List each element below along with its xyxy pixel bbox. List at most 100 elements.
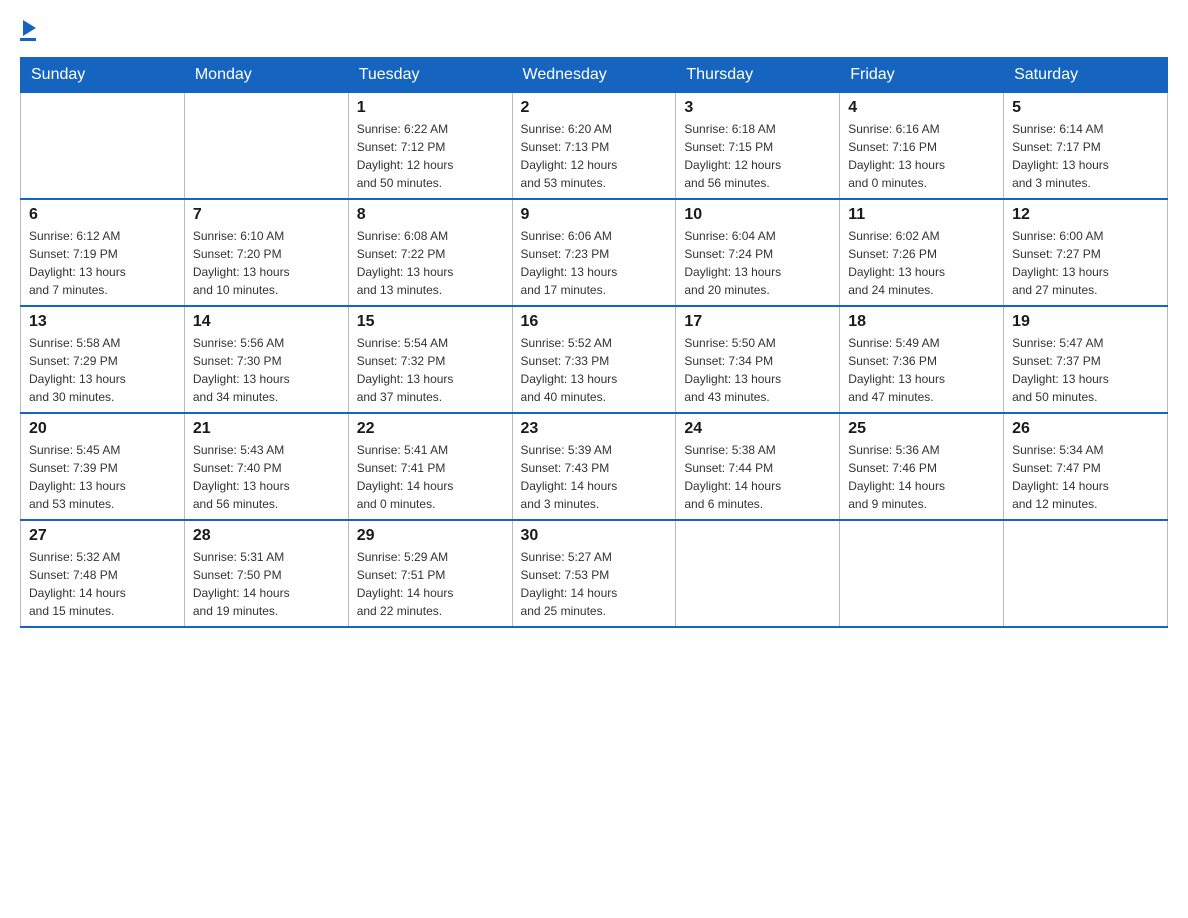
day-number: 5: [1012, 99, 1159, 117]
day-number: 23: [521, 420, 668, 438]
calendar-cell: 11Sunrise: 6:02 AMSunset: 7:26 PMDayligh…: [840, 199, 1004, 306]
weekday-header-monday: Monday: [184, 58, 348, 93]
day-number: 12: [1012, 206, 1159, 224]
day-number: 2: [521, 99, 668, 117]
logo-blue-row: [20, 20, 36, 38]
calendar-cell: 6 Sunrise: 6:12 AMSunset: 7:19 PMDaylight…: [21, 199, 185, 306]
day-info: Sunrise: 5:49 AMSunset: 7:36 PMDaylight:…: [848, 334, 995, 406]
logo-triangle-icon: [23, 20, 36, 36]
day-info: Sunrise: 6:14 AMSunset: 7:17 PMDaylight:…: [1012, 120, 1159, 192]
calendar-cell: 30 Sunrise: 5:27 AMSunset: 7:53 PMDayligh…: [512, 520, 676, 627]
day-number: 10: [684, 206, 831, 224]
day-info: Sunrise: 5:34 AMSunset: 7:47 PMDaylight:…: [1012, 441, 1159, 513]
day-number: 3: [684, 99, 831, 117]
day-number: 30: [521, 527, 668, 545]
day-number: 25: [848, 420, 995, 438]
calendar-cell: 15 Sunrise: 5:54 AMSunset: 7:32 PMDayligh…: [348, 306, 512, 413]
day-info: Sunrise: 5:43 AMSunset: 7:40 PMDaylight:…: [193, 441, 340, 513]
day-info: Sunrise: 6:12 AMSunset: 7:19 PMDaylight:…: [29, 227, 176, 299]
day-number: 29: [357, 527, 504, 545]
day-info: Sunrise: 5:36 AMSunset: 7:46 PMDaylight:…: [848, 441, 995, 513]
calendar-cell: [1004, 520, 1168, 627]
day-info: Sunrise: 6:10 AMSunset: 7:20 PMDaylight:…: [193, 227, 340, 299]
calendar-cell: 28 Sunrise: 5:31 AMSunset: 7:50 PMDayligh…: [184, 520, 348, 627]
calendar-cell: 21 Sunrise: 5:43 AMSunset: 7:40 PMDayligh…: [184, 413, 348, 520]
day-info: Sunrise: 6:22 AMSunset: 7:12 PMDaylight:…: [357, 120, 504, 192]
calendar-week-row-4: 20 Sunrise: 5:45 AMSunset: 7:39 PMDayligh…: [21, 413, 1168, 520]
day-number: 20: [29, 420, 176, 438]
calendar-week-row-1: 1Sunrise: 6:22 AMSunset: 7:12 PMDaylight…: [21, 93, 1168, 200]
day-number: 15: [357, 313, 504, 331]
calendar-cell: 24 Sunrise: 5:38 AMSunset: 7:44 PMDayligh…: [676, 413, 840, 520]
day-info: Sunrise: 5:27 AMSunset: 7:53 PMDaylight:…: [521, 548, 668, 620]
day-info: Sunrise: 5:47 AMSunset: 7:37 PMDaylight:…: [1012, 334, 1159, 406]
day-number: 16: [521, 313, 668, 331]
day-info: Sunrise: 6:00 AMSunset: 7:27 PMDaylight:…: [1012, 227, 1159, 299]
day-info: Sunrise: 5:45 AMSunset: 7:39 PMDaylight:…: [29, 441, 176, 513]
day-number: 19: [1012, 313, 1159, 331]
calendar-week-row-5: 27Sunrise: 5:32 AMSunset: 7:48 PMDayligh…: [21, 520, 1168, 627]
day-info: Sunrise: 5:56 AMSunset: 7:30 PMDaylight:…: [193, 334, 340, 406]
day-info: Sunrise: 6:16 AMSunset: 7:16 PMDaylight:…: [848, 120, 995, 192]
day-info: Sunrise: 5:58 AMSunset: 7:29 PMDaylight:…: [29, 334, 176, 406]
calendar-cell: 16 Sunrise: 5:52 AMSunset: 7:33 PMDayligh…: [512, 306, 676, 413]
day-info: Sunrise: 6:06 AMSunset: 7:23 PMDaylight:…: [521, 227, 668, 299]
calendar-cell: 18 Sunrise: 5:49 AMSunset: 7:36 PMDayligh…: [840, 306, 1004, 413]
day-number: 4: [848, 99, 995, 117]
calendar-cell: 27Sunrise: 5:32 AMSunset: 7:48 PMDayligh…: [21, 520, 185, 627]
page-header: [20, 20, 1168, 41]
day-info: Sunrise: 5:38 AMSunset: 7:44 PMDaylight:…: [684, 441, 831, 513]
calendar-cell: 12 Sunrise: 6:00 AMSunset: 7:27 PMDayligh…: [1004, 199, 1168, 306]
weekday-header-wednesday: Wednesday: [512, 58, 676, 93]
calendar-cell: 22Sunrise: 5:41 AMSunset: 7:41 PMDayligh…: [348, 413, 512, 520]
day-number: 14: [193, 313, 340, 331]
weekday-header-tuesday: Tuesday: [348, 58, 512, 93]
logo-underline: [20, 38, 36, 41]
calendar-table: SundayMondayTuesdayWednesdayThursdayFrid…: [20, 57, 1168, 628]
day-info: Sunrise: 5:54 AMSunset: 7:32 PMDaylight:…: [357, 334, 504, 406]
calendar-cell: 9Sunrise: 6:06 AMSunset: 7:23 PMDaylight…: [512, 199, 676, 306]
day-number: 18: [848, 313, 995, 331]
calendar-cell: 5 Sunrise: 6:14 AMSunset: 7:17 PMDaylight…: [1004, 93, 1168, 200]
day-info: Sunrise: 5:39 AMSunset: 7:43 PMDaylight:…: [521, 441, 668, 513]
calendar-cell: 23 Sunrise: 5:39 AMSunset: 7:43 PMDayligh…: [512, 413, 676, 520]
calendar-cell: [840, 520, 1004, 627]
calendar-week-row-3: 13Sunrise: 5:58 AMSunset: 7:29 PMDayligh…: [21, 306, 1168, 413]
calendar-cell: 19 Sunrise: 5:47 AMSunset: 7:37 PMDayligh…: [1004, 306, 1168, 413]
calendar-cell: [676, 520, 840, 627]
day-info: Sunrise: 6:20 AMSunset: 7:13 PMDaylight:…: [521, 120, 668, 192]
day-info: Sunrise: 6:18 AMSunset: 7:15 PMDaylight:…: [684, 120, 831, 192]
calendar-cell: 3 Sunrise: 6:18 AMSunset: 7:15 PMDaylight…: [676, 93, 840, 200]
day-info: Sunrise: 5:52 AMSunset: 7:33 PMDaylight:…: [521, 334, 668, 406]
calendar-cell: [21, 93, 185, 200]
day-number: 27: [29, 527, 176, 545]
calendar-cell: 10Sunrise: 6:04 AMSunset: 7:24 PMDayligh…: [676, 199, 840, 306]
logo: [20, 20, 36, 41]
day-info: Sunrise: 5:50 AMSunset: 7:34 PMDaylight:…: [684, 334, 831, 406]
day-number: 21: [193, 420, 340, 438]
day-info: Sunrise: 6:02 AMSunset: 7:26 PMDaylight:…: [848, 227, 995, 299]
day-info: Sunrise: 5:41 AMSunset: 7:41 PMDaylight:…: [357, 441, 504, 513]
day-number: 8: [357, 206, 504, 224]
weekday-header-saturday: Saturday: [1004, 58, 1168, 93]
weekday-header-thursday: Thursday: [676, 58, 840, 93]
calendar-cell: 8 Sunrise: 6:08 AMSunset: 7:22 PMDaylight…: [348, 199, 512, 306]
calendar-cell: 13Sunrise: 5:58 AMSunset: 7:29 PMDayligh…: [21, 306, 185, 413]
weekday-header-sunday: Sunday: [21, 58, 185, 93]
day-number: 7: [193, 206, 340, 224]
day-info: Sunrise: 5:31 AMSunset: 7:50 PMDaylight:…: [193, 548, 340, 620]
day-number: 24: [684, 420, 831, 438]
calendar-cell: 26 Sunrise: 5:34 AMSunset: 7:47 PMDayligh…: [1004, 413, 1168, 520]
day-number: 6: [29, 206, 176, 224]
day-number: 17: [684, 313, 831, 331]
day-number: 28: [193, 527, 340, 545]
day-number: 26: [1012, 420, 1159, 438]
calendar-cell: 1Sunrise: 6:22 AMSunset: 7:12 PMDaylight…: [348, 93, 512, 200]
calendar-week-row-2: 6 Sunrise: 6:12 AMSunset: 7:19 PMDaylight…: [21, 199, 1168, 306]
day-info: Sunrise: 6:08 AMSunset: 7:22 PMDaylight:…: [357, 227, 504, 299]
calendar-cell: 20 Sunrise: 5:45 AMSunset: 7:39 PMDayligh…: [21, 413, 185, 520]
calendar-cell: [184, 93, 348, 200]
calendar-cell: 4 Sunrise: 6:16 AMSunset: 7:16 PMDaylight…: [840, 93, 1004, 200]
calendar-cell: 2 Sunrise: 6:20 AMSunset: 7:13 PMDaylight…: [512, 93, 676, 200]
calendar-cell: 14 Sunrise: 5:56 AMSunset: 7:30 PMDayligh…: [184, 306, 348, 413]
